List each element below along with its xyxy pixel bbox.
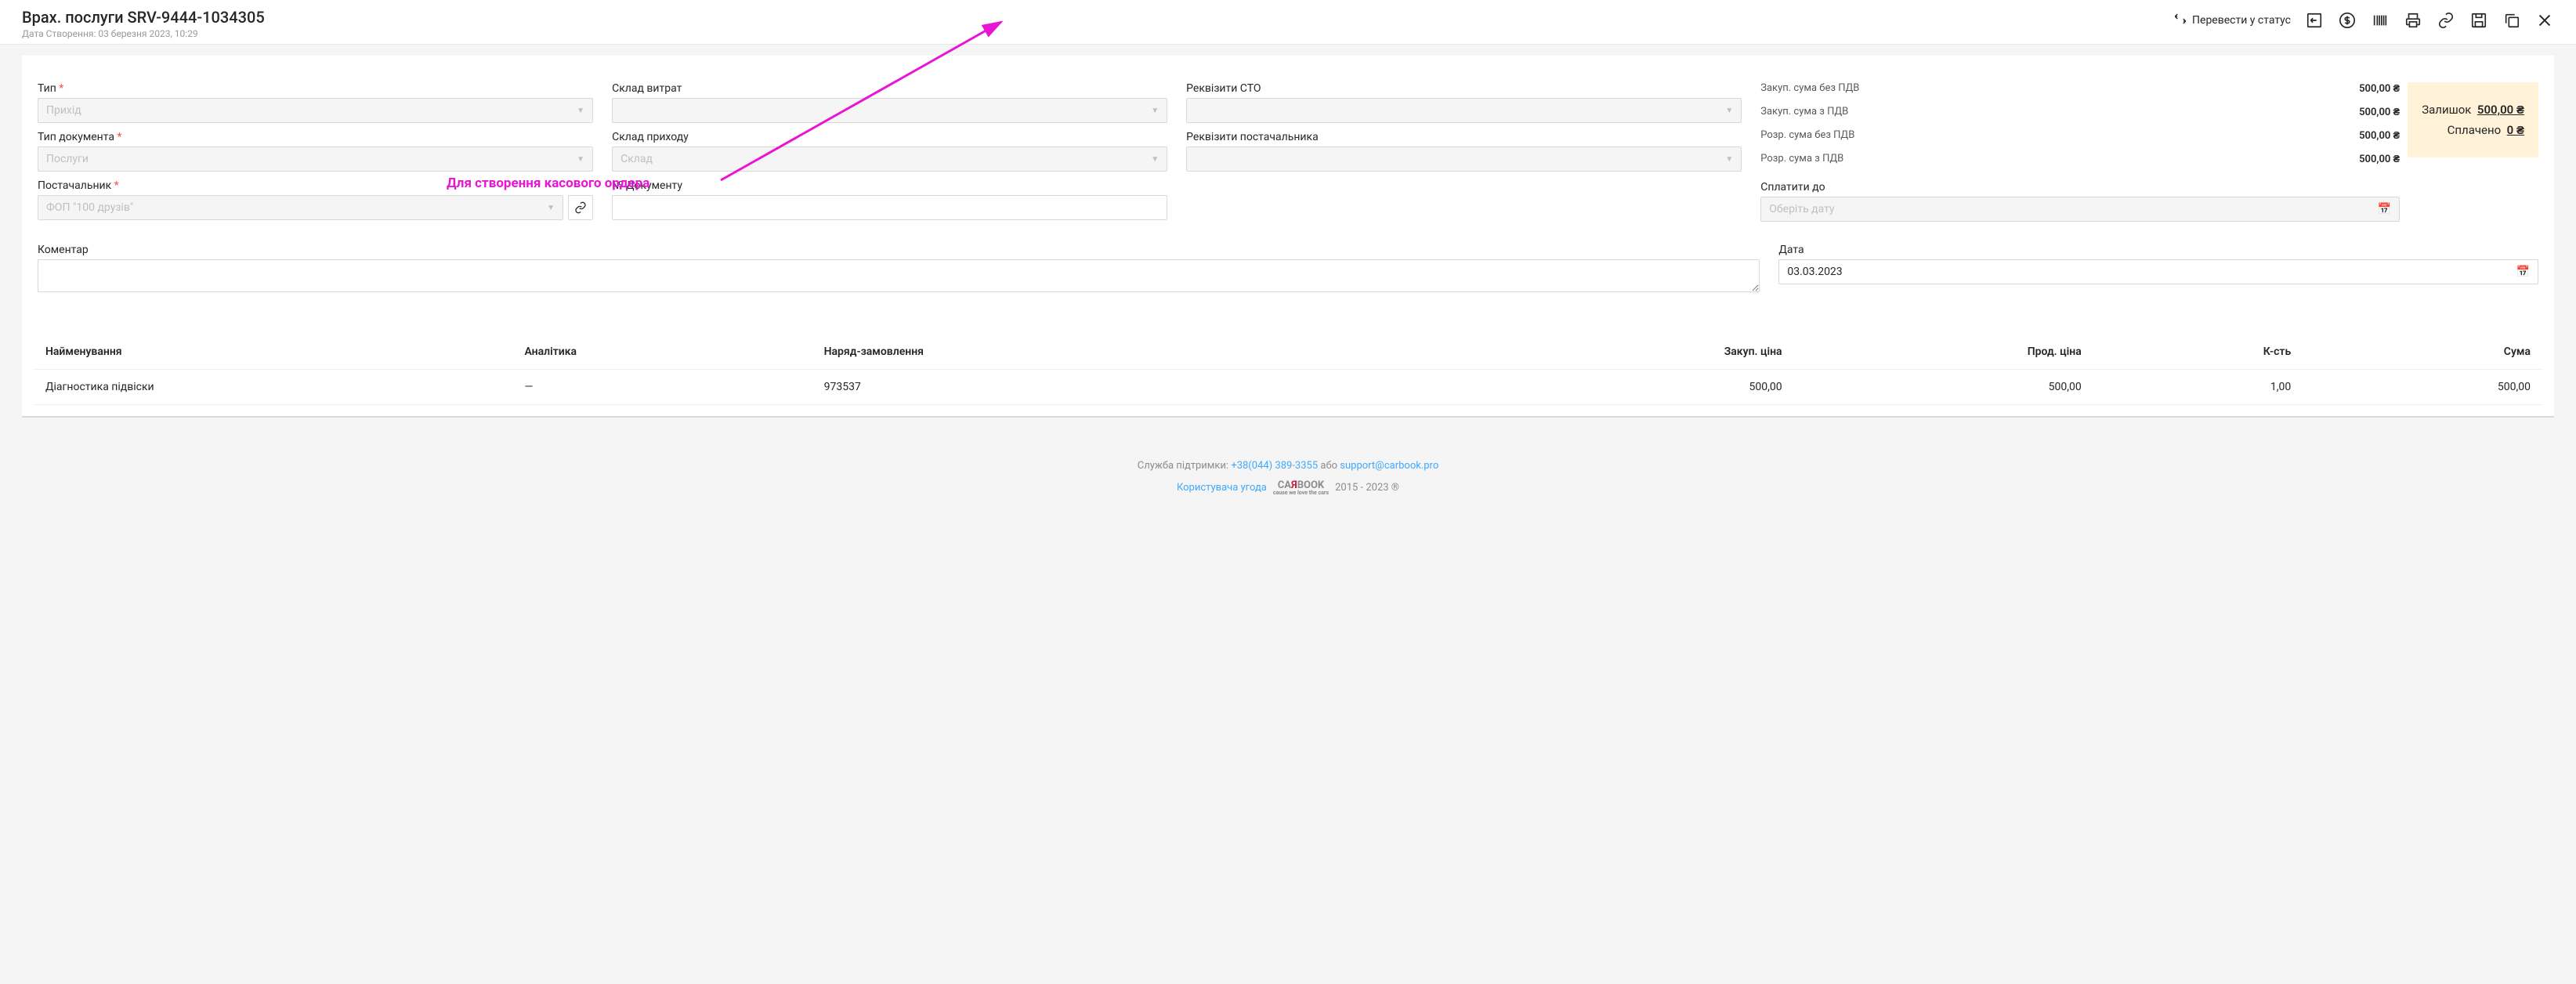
buy-vat-row: Закуп. сума з ПДВ500,00 ₴ [1760,106,2400,118]
supplier-label: Постачальник * [38,179,593,192]
th-sum: Сума [2291,345,2531,358]
doc-type-label: Тип документа * [38,131,593,143]
td-sum: 500,00 [2291,381,2531,393]
th-buy-price: Закуп. ціна [1423,345,1782,358]
td-buy-price: 500,00 [1423,381,1782,393]
income-wh-label: Склад приходу [612,131,1167,143]
doc-no-input[interactable] [612,195,1167,220]
print-icon[interactable] [2404,11,2422,30]
calendar-icon: 📅 [2516,266,2530,278]
barcode-icon[interactable] [2371,11,2390,30]
page-title: Врах. послуги SRV-9444-1034305 [22,8,265,27]
supplier-req-select[interactable]: ▼ [1186,147,1742,172]
income-wh-select[interactable]: Склад▼ [612,147,1167,172]
calendar-icon: 📅 [2378,203,2391,215]
sell-novat-row: Розр. сума без ПДВ500,00 ₴ [1760,129,2400,142]
td-analytics: — [524,381,823,393]
date-label: Дата [1778,244,2538,256]
sto-req-select[interactable]: ▼ [1186,98,1742,123]
comment-label: Коментар [38,244,1760,256]
carbook-logo: CAЯBOOKcause we love the cars [1273,479,1329,496]
sto-req-label: Реквізити СТО [1186,82,1742,95]
form-card: Тип * Прихід▼ Тип документа * Послуги▼ П… [22,56,2554,418]
doc-type-select[interactable]: Послуги▼ [38,147,593,172]
support-email[interactable]: support@carbook.pro [1340,460,1438,472]
transfer-status-button[interactable]: Перевести у статус [2173,12,2291,29]
table-row: Діагностика підвіски — 973537 500,00 500… [33,370,2543,405]
th-name: Найменування [45,345,524,358]
sell-vat-row: Розр. сума з ПДВ500,00 ₴ [1760,153,2400,165]
pay-until-input[interactable]: Оберіть дату📅 [1760,197,2400,222]
copy-icon[interactable] [2502,11,2521,30]
th-sell-price: Прод. ціна [1782,345,2082,358]
support-phone[interactable]: +38(044) 389-3355 [1231,460,1318,472]
type-label: Тип * [38,82,593,95]
link-icon[interactable] [2437,11,2455,30]
supplier-link-button[interactable] [568,195,593,220]
date-input[interactable]: 03.03.2023📅 [1778,259,2538,284]
expense-wh-label: Склад витрат [612,82,1167,95]
supplier-req-label: Реквізити постачальника [1186,131,1742,143]
user-agreement-link[interactable]: Користувача угода [1177,482,1267,494]
doc-no-label: № Документу [612,179,1167,192]
type-select[interactable]: Прихід▼ [38,98,593,123]
comment-textarea[interactable] [38,259,1760,292]
supplier-select[interactable]: ФОП "100 друзів"▼ [38,195,563,220]
expense-wh-select[interactable]: ▼ [612,98,1167,123]
th-analytics: Аналітика [524,345,823,358]
td-sell-price: 500,00 [1782,381,2082,393]
buy-novat-row: Закуп. сума без ПДВ500,00 ₴ [1760,82,2400,95]
created-date: Дата Створення: 03 березня 2023, 10:29 [22,28,265,39]
dollar-icon[interactable] [2338,11,2357,30]
items-table: Найменування Аналітика Наряд-замовлення … [33,335,2543,405]
th-qty: К-сть [2082,345,2292,358]
td-order: 973537 [824,381,1423,393]
save-icon[interactable] [2469,11,2488,30]
close-icon[interactable] [2535,11,2554,30]
import-icon[interactable] [2305,11,2324,30]
td-qty: 1,00 [2082,381,2292,393]
balance-box: Залишок 500,00 ₴ Сплачено 0 ₴ [2408,82,2538,157]
page-header: Врах. послуги SRV-9444-1034305 Дата Ство… [0,0,2576,45]
td-name: Діагностика підвіски [45,381,524,393]
footer: Служба підтримки: +38(044) 389-3355 або … [0,429,2576,527]
pay-until-label: Сплатити до [1760,181,2400,194]
swap-icon [2173,12,2187,29]
th-order: Наряд-замовлення [824,345,1423,358]
